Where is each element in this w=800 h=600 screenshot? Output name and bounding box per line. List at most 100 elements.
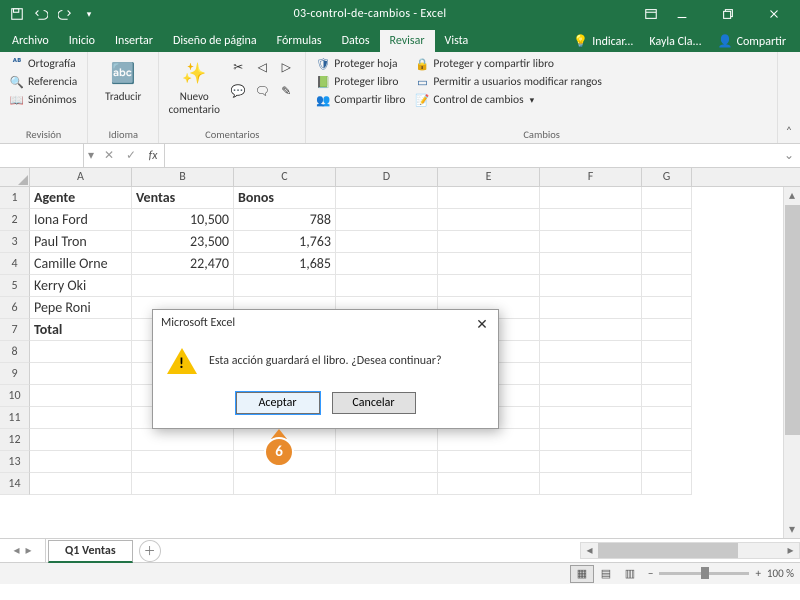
cell[interactable] (336, 429, 438, 451)
col-header-D[interactable]: D (336, 168, 438, 186)
cell[interactable]: 22,470 (132, 253, 234, 275)
redo-icon[interactable] (56, 5, 74, 23)
cell[interactable] (438, 209, 540, 231)
view-normal-button[interactable]: ▦ (570, 565, 594, 583)
undo-icon[interactable] (32, 5, 50, 23)
view-page-layout-button[interactable]: ▤ (594, 565, 618, 583)
cell[interactable] (642, 429, 692, 451)
row-header[interactable]: 10 (0, 385, 30, 407)
delete-comment-button[interactable]: ✂ (227, 56, 249, 78)
cell[interactable] (438, 187, 540, 209)
cell[interactable]: Agente (30, 187, 132, 209)
enter-formula-icon[interactable]: ✓ (120, 144, 142, 167)
cell[interactable] (30, 429, 132, 451)
collapse-ribbon-button[interactable]: ˄ (778, 52, 800, 143)
cell[interactable] (540, 341, 642, 363)
cell[interactable] (642, 297, 692, 319)
cell[interactable]: Total (30, 319, 132, 341)
row-header[interactable]: 6 (0, 297, 30, 319)
compartir-libro-button[interactable]: 👥Compartir libro (314, 92, 407, 108)
cell[interactable] (642, 341, 692, 363)
row-header[interactable]: 2 (0, 209, 30, 231)
cell[interactable] (642, 253, 692, 275)
cancel-formula-icon[interactable]: ✕ (98, 144, 120, 167)
zoom-in-button[interactable]: + (755, 567, 760, 580)
cell[interactable] (540, 319, 642, 341)
next-comment-button[interactable]: ▷ (275, 56, 297, 78)
cell[interactable]: 23,500 (132, 231, 234, 253)
col-header-A[interactable]: A (30, 168, 132, 186)
scroll-left-icon[interactable]: ◂ (581, 543, 598, 558)
col-header-E[interactable]: E (438, 168, 540, 186)
select-all-corner[interactable] (0, 168, 30, 186)
cell[interactable] (438, 253, 540, 275)
cell[interactable] (438, 473, 540, 495)
cell[interactable] (540, 209, 642, 231)
cell[interactable] (642, 231, 692, 253)
cell[interactable]: 1,763 (234, 231, 336, 253)
zoom-value[interactable]: 100 % (767, 567, 794, 580)
save-icon[interactable] (8, 5, 26, 23)
fx-button[interactable]: fx (142, 144, 164, 167)
control-cambios-button[interactable]: 📝Control de cambios▾ (413, 92, 603, 108)
cell[interactable] (642, 385, 692, 407)
col-header-F[interactable]: F (540, 168, 642, 186)
cell[interactable] (540, 407, 642, 429)
cell[interactable] (234, 473, 336, 495)
nuevo-comentario-button[interactable]: ✨ Nuevo comentario (167, 56, 221, 116)
hscroll-thumb[interactable] (598, 543, 738, 558)
cell[interactable] (132, 473, 234, 495)
row-header[interactable]: 4 (0, 253, 30, 275)
cell[interactable] (336, 275, 438, 297)
tab-datos[interactable]: Datos (332, 30, 380, 52)
ribbon-display-options-icon[interactable] (642, 5, 660, 23)
scroll-thumb[interactable] (785, 205, 800, 435)
sheet-tab-q1-ventas[interactable]: Q1 Ventas (48, 540, 133, 563)
traducir-button[interactable]: 🔤 Traducir (96, 56, 150, 103)
zoom-slider[interactable] (659, 572, 749, 575)
cell[interactable] (642, 209, 692, 231)
cell[interactable]: 1,685 (234, 253, 336, 275)
cell[interactable] (30, 363, 132, 385)
referencia-button[interactable]: 🔍Referencia (8, 74, 79, 90)
tab-insertar[interactable]: Insertar (105, 30, 163, 52)
row-header[interactable]: 3 (0, 231, 30, 253)
cell[interactable] (540, 429, 642, 451)
row-header[interactable]: 7 (0, 319, 30, 341)
cell[interactable] (30, 451, 132, 473)
qat-customize-icon[interactable]: ▾ (80, 5, 98, 23)
cell[interactable] (132, 275, 234, 297)
share-button[interactable]: 👤Compartir (712, 31, 792, 52)
vertical-scrollbar[interactable]: ▴ ▾ (783, 187, 800, 538)
cell[interactable]: Iona Ford (30, 209, 132, 231)
expand-formula-bar[interactable]: ⌄ (778, 148, 800, 163)
col-header-G[interactable]: G (642, 168, 692, 186)
cell[interactable]: Bonos (234, 187, 336, 209)
cell[interactable] (336, 451, 438, 473)
cell[interactable]: Paul Tron (30, 231, 132, 253)
restore-button[interactable] (706, 0, 750, 28)
cell[interactable]: Ventas (132, 187, 234, 209)
show-comment-button[interactable]: 💬 (227, 80, 249, 102)
minimize-button[interactable] (660, 0, 704, 28)
close-button[interactable] (752, 0, 796, 28)
row-header[interactable]: 9 (0, 363, 30, 385)
tab-inicio[interactable]: Inicio (59, 30, 105, 52)
cell[interactable] (336, 209, 438, 231)
cell[interactable] (540, 451, 642, 473)
prev-comment-button[interactable]: ◁ (251, 56, 273, 78)
cell[interactable] (30, 407, 132, 429)
col-header-B[interactable]: B (132, 168, 234, 186)
show-ink-button[interactable]: ✎ (275, 80, 297, 102)
tab-vista[interactable]: Vista (435, 30, 479, 52)
name-box-dropdown[interactable]: ▾ (84, 148, 98, 163)
cell[interactable] (438, 429, 540, 451)
cell[interactable] (30, 473, 132, 495)
cell[interactable] (30, 341, 132, 363)
cell[interactable] (642, 407, 692, 429)
cell[interactable] (540, 231, 642, 253)
tab-formulas[interactable]: Fórmulas (267, 30, 332, 52)
cell[interactable] (540, 297, 642, 319)
cell[interactable] (30, 385, 132, 407)
cell[interactable] (540, 363, 642, 385)
